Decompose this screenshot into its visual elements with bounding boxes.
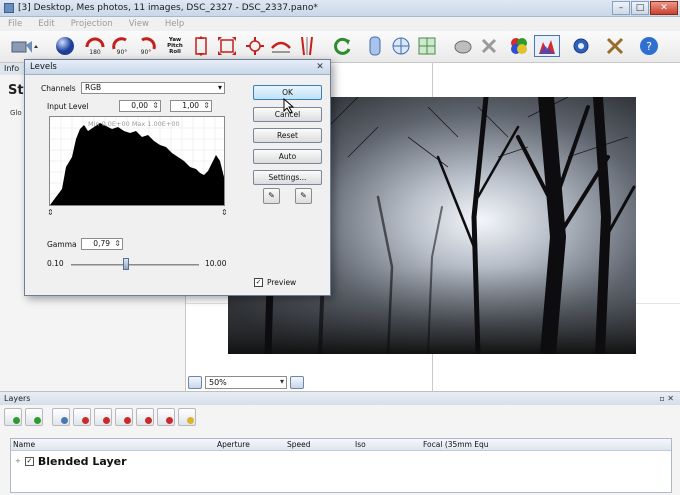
channels-select[interactable]: RGB xyxy=(81,82,225,94)
rotate-90a-label: 90° xyxy=(117,49,128,56)
settings-button[interactable]: Settings... xyxy=(253,170,322,185)
table-row[interactable]: + ✓ Blended Layer xyxy=(15,454,127,468)
black-eyedropper-icon[interactable]: ✎ xyxy=(263,188,280,204)
gamma-input[interactable]: 0,79 xyxy=(81,238,123,250)
rotate-90b-label: 90° xyxy=(141,49,152,56)
row-expander[interactable]: + xyxy=(15,457,21,465)
input-level-min[interactable]: 0,00 xyxy=(119,100,161,112)
gamma-min-label: 0.10 xyxy=(47,259,64,268)
layer-name: Blended Layer xyxy=(37,454,127,468)
app-icon xyxy=(4,3,14,13)
zoom-bar: 50% xyxy=(186,374,304,390)
gamma-max-label: 10.00 xyxy=(205,259,227,268)
white-point-handle[interactable]: ⇕ xyxy=(221,208,228,217)
layer-up-icon[interactable] xyxy=(136,408,154,426)
layers-toolbar xyxy=(4,408,196,428)
window-titlebar: [3] Desktop, Mes photos, 11 images, DSC_… xyxy=(0,0,680,17)
levels-dialog-title: Levels xyxy=(30,62,57,72)
menu-help[interactable]: Help xyxy=(165,19,184,29)
column-name[interactable]: Name xyxy=(13,439,35,451)
histogram: Min 0.0E+00 Max 1.00E+00 xyxy=(49,116,225,206)
histogram-meta: Min 0.0E+00 Max 1.00E+00 xyxy=(88,120,180,128)
gamma-slider-thumb[interactable] xyxy=(123,258,129,270)
settings-gear-icon[interactable] xyxy=(570,35,592,57)
layer-merge-icon[interactable] xyxy=(115,408,133,426)
layers-panel-controls[interactable]: ▫ ✕ xyxy=(659,392,674,405)
layer-properties-icon[interactable] xyxy=(52,408,70,426)
layers-table: Name Aperture Speed Iso Focal (35mm Equ … xyxy=(10,438,672,493)
close-button[interactable]: ✕ xyxy=(650,1,678,15)
rotate-90-cw-icon[interactable]: 90° xyxy=(136,35,158,57)
fit-all-icon[interactable] xyxy=(216,35,238,57)
menu-edit[interactable]: Edit xyxy=(38,19,54,29)
maximize-button[interactable]: □ xyxy=(631,1,649,15)
zoom-out-button[interactable] xyxy=(188,375,202,389)
menu-view[interactable]: View xyxy=(129,19,149,29)
stitch-icon[interactable] xyxy=(416,35,438,57)
vertical-lines-icon[interactable] xyxy=(296,35,318,57)
layers-table-header: Name Aperture Speed Iso Focal (35mm Equ xyxy=(11,439,671,451)
yaw-pitch-roll-label: Yaw Pitch Roll xyxy=(167,37,183,55)
tools-icon[interactable] xyxy=(604,35,626,57)
levels-icon[interactable] xyxy=(534,35,560,57)
info-heading: St xyxy=(8,83,24,98)
sphere-icon[interactable] xyxy=(54,35,76,57)
input-level-label: Input Level xyxy=(47,102,89,111)
layer-mask-icon[interactable] xyxy=(94,408,112,426)
horizon-icon[interactable] xyxy=(270,35,292,57)
black-point-handle[interactable]: ⇕ xyxy=(47,208,54,217)
rotate-180-icon[interactable]: 180 xyxy=(84,35,106,57)
minimize-button[interactable]: – xyxy=(612,1,630,15)
layer-visible-checkbox[interactable]: ✓ xyxy=(24,456,34,466)
histogram-graph xyxy=(50,117,224,205)
zoom-in-button[interactable] xyxy=(290,375,304,389)
add-layer-icon[interactable] xyxy=(4,408,22,426)
help-icon[interactable]: ? xyxy=(638,35,660,57)
fit-height-icon[interactable] xyxy=(190,35,212,57)
cylinder-icon[interactable] xyxy=(364,35,386,57)
levels-close-button[interactable]: ✕ xyxy=(313,62,327,73)
window-controls: – □ ✕ xyxy=(612,1,678,15)
layer-down-icon[interactable] xyxy=(157,408,175,426)
mask-icon[interactable] xyxy=(452,35,474,57)
menu-bar: File Edit Projection View Help xyxy=(0,17,680,31)
window-title: [3] Desktop, Mes photos, 11 images, DSC_… xyxy=(18,3,318,13)
preview-label: Preview xyxy=(267,278,297,287)
add-layer-copy-icon[interactable] xyxy=(25,408,43,426)
rotate-90-ccw-icon[interactable]: 90° xyxy=(110,35,132,57)
levels-dialog: Levels ✕ Channels RGB Input Level 0,00 1… xyxy=(24,59,331,296)
layer-delete-icon[interactable] xyxy=(73,408,91,426)
mouse-cursor-icon xyxy=(283,98,295,114)
svg-text:?: ? xyxy=(646,40,652,53)
column-focal[interactable]: Focal (35mm Equ xyxy=(423,439,489,451)
menu-file[interactable]: File xyxy=(8,19,22,29)
layer-lock-icon[interactable] xyxy=(178,408,196,426)
preview-checkbox[interactable]: ✓ xyxy=(254,278,263,287)
layers-panel-header: Layers ▫ ✕ xyxy=(0,392,680,405)
column-iso[interactable]: Iso xyxy=(355,439,366,451)
auto-button[interactable]: Auto xyxy=(253,149,322,164)
channels-label: Channels xyxy=(41,84,76,93)
panorama-grid-icon[interactable] xyxy=(390,35,412,57)
gamma-label: Gamma xyxy=(47,240,77,249)
input-level-max[interactable]: 1,00 xyxy=(170,100,212,112)
color-balance-icon[interactable] xyxy=(508,35,530,57)
layers-panel-title: Layers xyxy=(4,394,31,403)
control-points-icon[interactable] xyxy=(478,35,500,57)
column-aperture[interactable]: Aperture xyxy=(217,439,250,451)
zoom-select[interactable]: 50% xyxy=(205,375,287,389)
levels-dialog-titlebar: Levels ✕ xyxy=(25,60,330,75)
reset-button[interactable]: Reset xyxy=(253,128,322,143)
refresh-icon[interactable] xyxy=(332,35,354,57)
gamma-slider-track[interactable] xyxy=(71,264,199,266)
add-images-icon[interactable] xyxy=(8,35,42,57)
column-speed[interactable]: Speed xyxy=(287,439,311,451)
info-subtext: Glo xyxy=(10,109,22,117)
center-icon[interactable] xyxy=(244,35,266,57)
rotate-180-label: 180 xyxy=(89,49,101,56)
yaw-pitch-roll-icon[interactable]: Yaw Pitch Roll xyxy=(163,35,187,57)
menu-projection[interactable]: Projection xyxy=(71,19,113,29)
white-eyedropper-icon[interactable]: ✎ xyxy=(295,188,312,204)
